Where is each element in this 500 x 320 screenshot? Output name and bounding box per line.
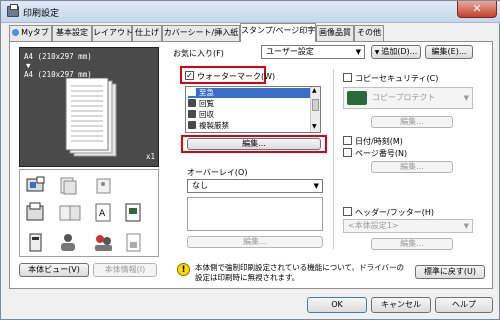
copy-security-checkbox[interactable] [343,73,352,82]
chevron-down-icon: ▼ [313,182,319,190]
list-item[interactable]: 複製厳禁 [188,121,310,131]
ok-button[interactable]: OK [307,297,367,313]
print-settings-window: 印刷設定 ✕ Myタブ 基本設定 レイアウト 仕上げ カバーシート/挿入紙 スタ… [0,0,500,320]
scroll-up-icon[interactable]: ▲ [312,87,317,94]
tab-my-tab[interactable]: Myタブ [9,25,52,41]
favorites-select[interactable]: ユーザー設定 ▼ [261,45,365,59]
security-doc-icon [126,233,141,252]
list-item-label: 至急 [199,88,214,97]
list-item[interactable]: 回収 [188,110,310,120]
machine-info-button: 本体情報(I) [93,263,157,277]
tab-basic-settings[interactable]: 基本設定 [52,25,92,41]
user-icon [12,29,20,36]
header-footer-label: ヘッダー/フッター(H) [355,208,434,217]
list-item-label: 複製厳禁 [199,121,229,130]
document-icon [125,203,141,222]
person-icon [61,234,75,251]
booklet-icon [26,202,44,221]
overlay-select[interactable]: なし ▼ [187,179,323,193]
favorites-label: お気に入り(F) [173,49,224,58]
help-button[interactable]: ヘルプ [435,297,493,313]
header-footer-select: <本体設定1> ▼ [343,219,473,233]
watermark-scrollbar[interactable]: ▲ ▼ [310,87,320,132]
watermark-list[interactable]: 至急 回覧 回収 複製厳禁 ▲ ▼ [185,86,321,133]
list-item-label: 回収 [199,110,214,119]
paper-preview: A4 (210x297 mm) ▼ A4 (210x297 mm) x1 [19,47,159,167]
list-item[interactable]: 回覧 [188,99,310,109]
finisher-icon [26,176,45,192]
title-bar: 印刷設定 ✕ [1,1,500,23]
stamp-icon [188,99,196,107]
tab-other[interactable]: その他 [354,25,384,41]
date-time-label: 日付/時刻(M) [355,137,403,146]
copy-security-value: コピープロテクト [372,93,436,102]
overlay-label: オーバーレイ(O) [187,168,248,177]
tab-image-quality[interactable]: 画像品質 [316,25,354,41]
paper-text-icon: A [95,203,111,222]
overlay-edit-button: 編集... [187,236,323,248]
stapler-icon [60,177,77,195]
tab-stamp-page-print[interactable]: スタンプ/ページ印字 [240,23,316,42]
tab-finishing[interactable]: 仕上げ [132,25,162,41]
chevron-down-icon: ▼ [355,48,361,56]
info-bulb-icon: ! [177,263,190,276]
account-track-icon [95,235,112,251]
date-time-checkbox[interactable] [343,136,352,145]
page-number-edit-button: 編集... [371,161,453,173]
header-footer-value: <本体設定1> [348,221,399,230]
header-footer-checkbox[interactable] [343,207,352,216]
info-message: 本体側で強制印刷設定されている機能について、ドライバーの設定は印刷時に無視されま… [195,263,405,282]
overlay-value: なし [192,181,208,190]
chevron-down-icon: ▼ [463,222,469,230]
edit-favorite-button[interactable]: 編集(E)... [425,45,473,59]
add-favorite-button[interactable]: ▼ 追加(D)... [371,45,421,59]
punch-icon [96,178,111,194]
stamp-icon [188,110,196,118]
header-footer-edit-button: 編集... [371,238,453,250]
copy-security-select: コピープロテクト ▼ [343,87,473,109]
copy-security-label: コピーセキュリティ(C) [355,74,439,83]
scroll-thumb[interactable] [312,99,319,111]
stamp-icon [188,88,196,96]
watermark-checkbox[interactable]: ✓ [185,71,194,80]
scroll-down-icon[interactable]: ▼ [312,123,317,130]
hdd-icon [29,233,42,252]
copy-protect-icon [347,91,367,105]
cancel-button[interactable]: キャンセル [371,297,431,313]
overlay-preview-area [187,197,323,231]
machine-view-button[interactable]: 本体ビュー(V) [19,263,89,277]
list-item[interactable]: 至急 [188,88,310,98]
favorites-value: ユーザー設定 [266,47,314,56]
printer-icon [7,4,19,17]
preview-arrow: ▼ [26,61,31,70]
svg-text:A: A [99,209,106,219]
close-button[interactable]: ✕ [457,1,497,18]
chevron-down-icon: ▼ [463,94,469,102]
list-item-label: 回覧 [199,99,214,108]
preview-copies: x1 [146,152,156,161]
column-divider [333,69,334,249]
add-favorite-label: 追加(D)... [381,47,418,56]
tab-label: Myタブ [21,28,49,37]
preview-original-size: A4 (210x297 mm) [24,52,92,61]
machine-option-icons: A [19,169,159,257]
restore-defaults-button[interactable]: 標準に戻す(U) [415,265,485,279]
copy-security-edit-button: 編集... [371,116,453,128]
tab-layout[interactable]: レイアウト [92,25,133,41]
page-stack-icon [65,78,117,157]
tab-cover-sheet[interactable]: カバーシート/挿入紙 [162,25,240,41]
window-title: 印刷設定 [23,9,60,19]
folding-icon [59,205,81,221]
page-number-checkbox[interactable] [343,148,352,157]
watermark-edit-button[interactable]: 編集... [187,138,321,150]
watermark-label: ウォーターマーク(W) [197,72,276,81]
page-number-label: ページ番号(N) [355,149,408,158]
stamp-icon [188,121,196,129]
